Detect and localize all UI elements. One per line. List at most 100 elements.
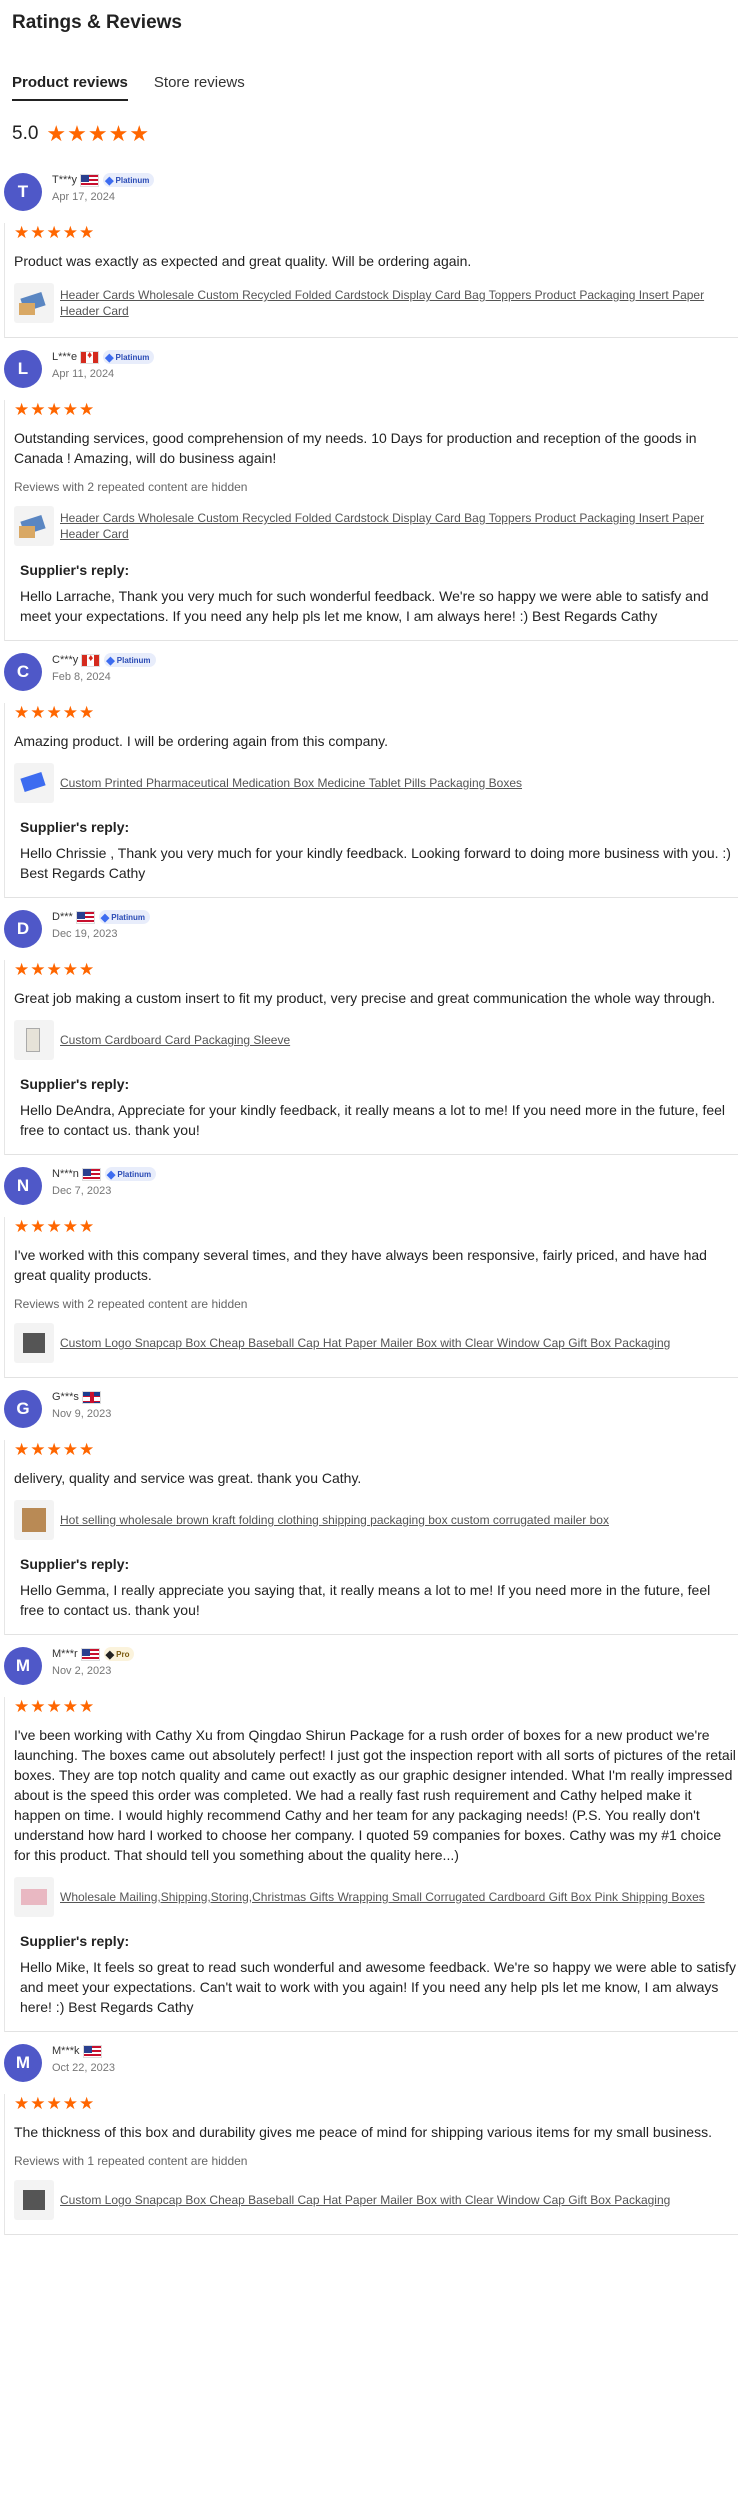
product-link[interactable]: Custom Logo Snapcap Box Cheap Baseball C… xyxy=(60,2192,670,2208)
ca-flag-icon xyxy=(80,350,100,364)
tab-product-reviews[interactable]: Product reviews xyxy=(12,74,128,101)
product-thumbnail[interactable] xyxy=(14,763,54,803)
star-icon: ★ xyxy=(129,121,150,146)
supplier-reply-text: Hello Chrissie , Thank you very much for… xyxy=(20,845,731,881)
review-card: LL***e◆PlatinumApr 11, 2024★★★★★Outstand… xyxy=(0,338,750,641)
us-flag-icon xyxy=(81,1167,101,1181)
review-body: ★ ★ ★ ★ ★ Outstanding services, good comprehe… xyxy=(14,388,738,626)
review-text: I've been working with Cathy Xu from Qin… xyxy=(14,1727,736,1863)
diamond-icon: ◆ xyxy=(105,174,114,187)
reviewer-name-line: M***k xyxy=(52,2043,115,2059)
review-divider-line xyxy=(4,1697,5,2032)
product-thumbnail[interactable] xyxy=(14,2180,54,2220)
product-thumbnail[interactable] xyxy=(14,1020,54,1060)
reviewer-meta: C***y ◆Platinum Feb 8, 2024 xyxy=(52,652,156,683)
reviewer-info: N N***n ◆ Platinum Dec 7, 2023 xyxy=(4,1161,738,1205)
product-link[interactable]: Custom Logo Snapcap Box Cheap Baseball C… xyxy=(60,1335,670,1351)
star-icon: ★ xyxy=(30,1216,46,1236)
star-icon: ★ xyxy=(62,222,78,242)
reviewer-name-line: L***e ◆Platinum xyxy=(52,349,155,365)
star-icon: ★ xyxy=(62,1216,78,1236)
reviewer-name: M***r xyxy=(52,1648,78,1660)
hidden-reviews-note: Reviews with 2 repeated content are hidd… xyxy=(14,1297,248,1311)
star-icon: ★ xyxy=(14,1216,30,1236)
reviewer-info: D D*** ◆ Platinum Dec 19, 2023 xyxy=(4,904,738,948)
reviewed-product[interactable]: Custom Logo Snapcap Box Cheap Baseball C… xyxy=(14,1323,738,1363)
buyer-badge: ◆ Platinum xyxy=(103,350,155,364)
reviewer-name: N***n xyxy=(52,1168,79,1180)
supplier-reply-text: Hello DeAndra, Appreciate for your kindl… xyxy=(20,1102,726,1138)
star-icon: ★ xyxy=(46,1439,62,1459)
product-link[interactable]: Custom Printed Pharmaceutical Medication… xyxy=(60,775,522,791)
reviewer-name-line: N***n ◆ Platinum xyxy=(52,1166,157,1182)
supplier-reply: Supplier's reply: Hello Gemma, I really a… xyxy=(14,1556,738,1620)
review-body: ★ ★ ★ ★ ★ I've worked with this company sever… xyxy=(14,1205,738,1363)
reviewer-name: T***y xyxy=(52,174,78,186)
reviewed-product[interactable]: Header Cards Wholesale Custom Recycled F… xyxy=(14,283,738,323)
reviewed-product[interactable]: Wholesale Mailing,Shipping,Storing,Chris… xyxy=(14,1877,738,1917)
review-body: ★ ★ ★ ★ ★ The thickness of this box and durab… xyxy=(14,2082,738,2220)
product-thumbnail[interactable] xyxy=(14,1877,54,1917)
star-icon: ★ xyxy=(79,2093,95,2113)
star-icon: ★ xyxy=(14,2093,30,2113)
review-stars: ★ ★ ★ ★ ★ xyxy=(14,1215,738,1237)
star-icon: ★ xyxy=(14,222,30,242)
review-separator xyxy=(4,2234,738,2235)
tab-store-reviews[interactable]: Store reviews xyxy=(154,74,245,101)
review-body: ★ ★ ★ ★ ★ Great job making a custom insert to… xyxy=(14,948,738,1140)
review-stars: ★ ★ ★ ★ ★ xyxy=(14,1695,738,1717)
review-card: G G***s Nov 9, 2023 ★ ★ ★ ★ ★ delivery, quality … xyxy=(0,1378,750,1635)
avatar: M xyxy=(4,1647,42,1685)
review-date: Nov 2, 2023 xyxy=(52,1665,112,1677)
review-card: C C***y◆PlatinumFeb 8, 2024 ★★★★★Amazing p… xyxy=(0,641,750,898)
reviewed-product[interactable]: Custom Printed Pharmaceutical Medication… xyxy=(14,763,738,803)
reviewer-name-line: D*** ◆ Platinum xyxy=(52,909,151,925)
reviewer-name-line: C***y ◆Platinum xyxy=(52,652,156,668)
avatar: M xyxy=(4,2044,42,2082)
reviewed-product[interactable]: Header Cards Wholesale Custom Recycled F… xyxy=(14,506,738,546)
star-icon: ★ xyxy=(14,399,30,419)
product-link[interactable]: Header Cards Wholesale Custom Recycled F… xyxy=(60,287,738,319)
review-stars: ★ ★ ★ ★ ★ xyxy=(14,398,738,420)
product-thumbnail[interactable] xyxy=(14,506,54,546)
product-thumbnail[interactable] xyxy=(14,1323,54,1363)
product-link[interactable]: Hot selling wholesale brown kraft foldin… xyxy=(60,1512,609,1528)
review-text: The thickness of this box and durability… xyxy=(14,2124,712,2140)
review-text: Amazing product. I will be ordering agai… xyxy=(14,733,389,749)
product-link[interactable]: Wholesale Mailing,Shipping,Storing,Chris… xyxy=(60,1889,705,1905)
review-body: ★ ★ ★ ★ ★ Amazing product. I will be ordering… xyxy=(14,691,738,883)
buyer-badge-label: Pro xyxy=(116,1649,130,1659)
review-divider-line xyxy=(4,2094,5,2235)
avatar: G xyxy=(4,1390,42,1428)
reviewed-product[interactable]: Custom Cardboard Card Packaging Sleeve xyxy=(14,1020,738,1060)
review-tabs: Product reviews Store reviews xyxy=(12,74,738,101)
reviewer-meta: M***k Oct 22, 2023 xyxy=(52,2043,115,2074)
star-icon: ★ xyxy=(14,1439,30,1459)
review-divider-line xyxy=(4,223,5,338)
product-link[interactable]: Header Cards Wholesale Custom Recycled F… xyxy=(60,510,738,542)
reviewer-info: G G***s Nov 9, 2023 xyxy=(4,1384,738,1428)
star-icon: ★ xyxy=(30,959,46,979)
reviewed-product[interactable]: Hot selling wholesale brown kraft foldin… xyxy=(14,1500,738,1540)
review-divider-line xyxy=(4,960,5,1155)
star-icon: ★ xyxy=(30,2093,46,2113)
review-card: D D*** ◆ Platinum Dec 19, 2023 ★ ★ ★ ★ ★ Great job… xyxy=(0,898,750,1155)
review-card: M M***r ◆ Pro Nov 2, 2023 ★ ★ ★ ★ ★ I've been work… xyxy=(0,1635,750,2032)
review-date: Apr 17, 2024 xyxy=(52,191,115,203)
avatar: C xyxy=(4,653,42,691)
product-thumbnail[interactable] xyxy=(14,283,54,323)
reviewer-name-line: M***r ◆ Pro xyxy=(52,1646,135,1662)
product-link[interactable]: Custom Cardboard Card Packaging Sleeve xyxy=(60,1032,290,1048)
reviews-header: Ratings & Reviews Product reviews Store … xyxy=(0,0,750,149)
product-thumbnail[interactable] xyxy=(14,1500,54,1540)
reviewed-product[interactable]: Custom Logo Snapcap Box Cheap Baseball C… xyxy=(14,2180,738,2220)
star-icon: ★ xyxy=(79,399,95,419)
star-icon: ★ xyxy=(46,1696,62,1716)
star-icon: ★ xyxy=(46,702,62,722)
diamond-icon: ◆ xyxy=(105,1648,115,1661)
supplier-reply: Supplier's reply: Hello Larrache, Thank y… xyxy=(14,562,738,626)
reviewer-name: C***y xyxy=(52,654,79,666)
star-icon: ★ xyxy=(67,121,87,146)
star-icon: ★ xyxy=(62,702,78,722)
star-icon: ★ xyxy=(62,399,78,419)
